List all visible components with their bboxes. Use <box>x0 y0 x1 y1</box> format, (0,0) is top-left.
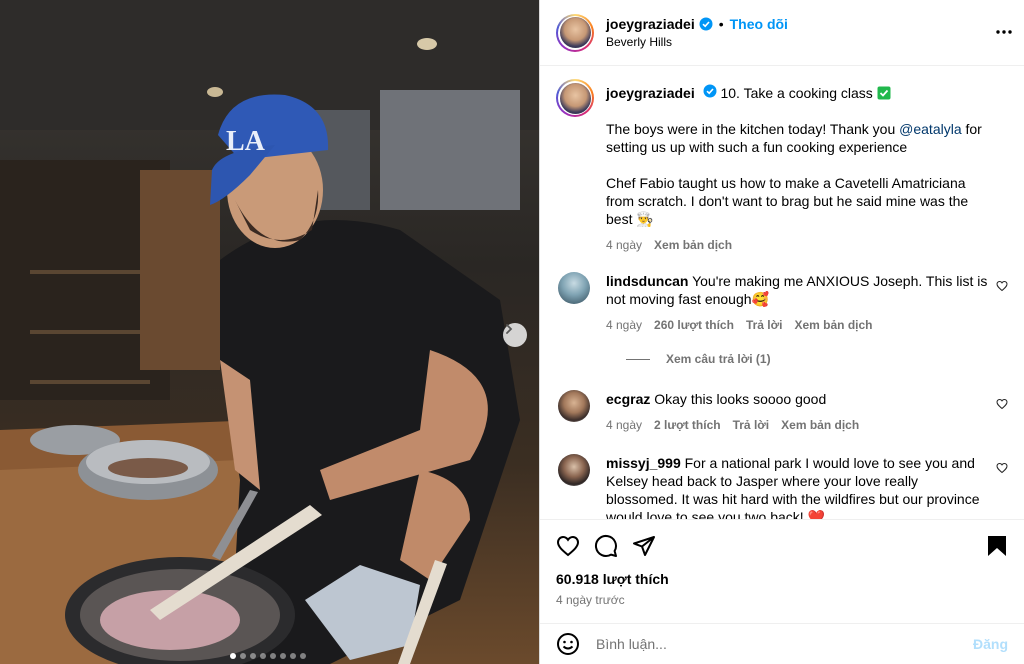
caption-paragraph-2: Chef Fabio taught us how to make a Cavet… <box>606 175 969 227</box>
more-options-icon[interactable] <box>994 22 1014 42</box>
carousel-dot <box>290 653 296 659</box>
carousel-dot <box>300 653 306 659</box>
dot-separator: • <box>718 16 724 32</box>
commenter-avatar[interactable] <box>558 272 590 304</box>
caption-mention-link[interactable]: @eatalyla <box>899 121 961 137</box>
commenter-avatar[interactable] <box>558 390 590 422</box>
author-username[interactable]: joeygraziadei <box>606 16 695 32</box>
carousel-next-button[interactable] <box>503 323 527 347</box>
like-comment-heart-icon[interactable] <box>996 398 1008 410</box>
view-replies-label: Xem câu trả lời (1) <box>666 352 771 366</box>
carousel-dot <box>270 653 276 659</box>
comment-time[interactable]: 4 ngày <box>606 316 642 334</box>
caption: joeygraziadei 10. Take a cooking class T… <box>556 79 1008 254</box>
carousel-dot <box>260 653 266 659</box>
like-heart-icon[interactable] <box>556 534 580 558</box>
comment-item: lindsduncan You're making me ANXIOUS Jos… <box>556 272 1008 334</box>
translate-button[interactable]: Xem bản dịch <box>781 416 859 434</box>
caption-time[interactable]: 4 ngày <box>606 236 642 254</box>
caption-author-avatar[interactable] <box>556 79 594 117</box>
cooking-photo: LA <box>0 0 539 664</box>
like-comment-heart-icon[interactable] <box>996 462 1008 474</box>
likes-count[interactable]: 60.918 lượt thích <box>556 571 1008 587</box>
carousel-dot <box>230 653 236 659</box>
caption-title: 10. Take a cooking class <box>720 85 873 101</box>
caption-text-1: The boys were in the kitchen today! Than… <box>606 121 900 137</box>
caption-translate-button[interactable]: Xem bản dịch <box>654 236 732 254</box>
comment-bubble-icon[interactable] <box>594 534 618 558</box>
save-bookmark-icon[interactable] <box>986 534 1008 558</box>
reply-button[interactable]: Trả lời <box>733 416 770 434</box>
check-box-emoji-icon <box>877 85 891 101</box>
commenter-avatar[interactable] <box>558 454 590 486</box>
comment-time[interactable]: 4 ngày <box>606 416 642 434</box>
comment-username[interactable]: lindsduncan <box>606 273 688 289</box>
comment-text: Okay this looks soooo good <box>654 391 827 407</box>
comment-username[interactable]: missyj_999 <box>606 455 681 471</box>
svg-text:LA: LA <box>226 126 266 157</box>
comment-likes[interactable]: 2 lượt thích <box>654 416 721 434</box>
follow-button[interactable]: Theo dõi <box>730 16 788 32</box>
chevron-right-icon <box>506 324 513 334</box>
verified-icon <box>703 84 717 98</box>
comment-item: missyj_999 For a national park I would l… <box>556 454 1008 519</box>
translate-button[interactable]: Xem bản dịch <box>794 316 872 334</box>
post-details: joeygraziadei • Theo dõi Beverly Hills j… <box>539 0 1024 664</box>
author-avatar[interactable] <box>556 13 594 52</box>
post-photo[interactable]: LA <box>0 0 539 664</box>
reply-button[interactable]: Trả lời <box>746 316 783 334</box>
carousel-dots <box>230 653 306 659</box>
like-comment-heart-icon[interactable] <box>996 280 1008 292</box>
carousel-dot <box>280 653 286 659</box>
post-header: joeygraziadei • Theo dõi Beverly Hills <box>540 0 1024 66</box>
post-location[interactable]: Beverly Hills <box>606 35 788 49</box>
post-time-ago: 4 ngày trước <box>556 593 625 607</box>
comment-likes[interactable]: 260 lượt thích <box>654 316 734 334</box>
post-actions: 60.918 lượt thích 4 ngày trước <box>540 519 1024 607</box>
comments-section[interactable]: joeygraziadei 10. Take a cooking class T… <box>540 67 1024 519</box>
carousel-dot <box>240 653 246 659</box>
comment-input[interactable] <box>596 636 973 652</box>
verified-icon <box>699 17 713 31</box>
carousel-dot <box>250 653 256 659</box>
share-paper-plane-icon[interactable] <box>632 534 656 558</box>
view-replies-button[interactable]: Xem câu trả lời (1) <box>626 352 1008 366</box>
post-comment-button[interactable]: Đăng <box>973 636 1008 652</box>
emoji-icon[interactable] <box>556 632 580 656</box>
comment-item: ecgraz Okay this looks soooo good 4 ngày… <box>556 390 1008 434</box>
caption-username[interactable]: joeygraziadei <box>606 85 695 101</box>
comment-username[interactable]: ecgraz <box>606 391 650 407</box>
add-comment-bar: Đăng <box>540 623 1024 664</box>
